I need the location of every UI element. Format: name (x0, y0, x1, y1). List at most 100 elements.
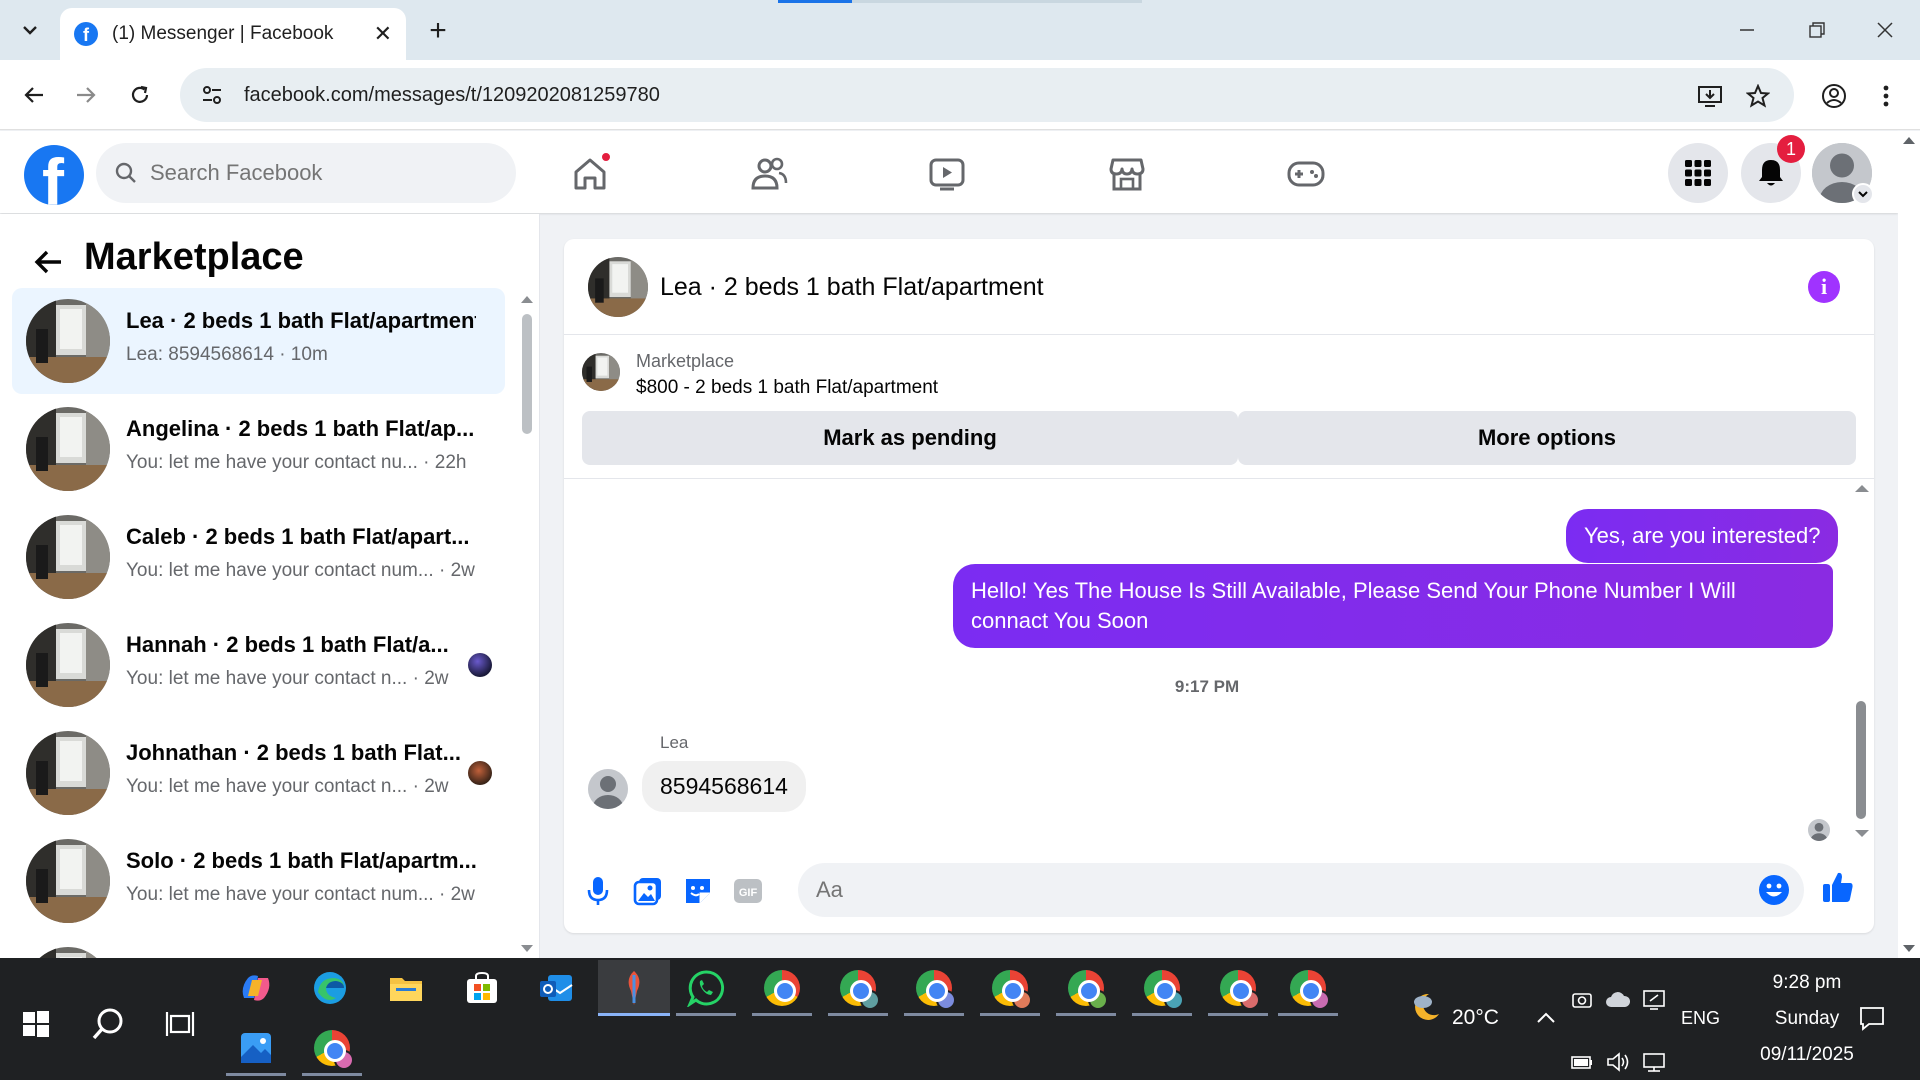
search-input[interactable] (150, 160, 490, 186)
bookmark-button[interactable] (1738, 76, 1778, 116)
battery-tray[interactable] (1568, 1048, 1596, 1076)
taskbar-edge[interactable] (300, 960, 360, 1016)
page-scrollbar[interactable] (1898, 131, 1920, 958)
scroll-up-icon[interactable] (520, 294, 534, 304)
minimize-button[interactable] (1722, 12, 1772, 48)
account-menu-caret[interactable] (1852, 183, 1874, 205)
browser-menu-button[interactable] (1866, 76, 1906, 116)
profile-button[interactable] (1814, 76, 1854, 116)
clock-time[interactable]: 9:28 pm (1748, 972, 1866, 994)
start-button[interactable] (6, 996, 66, 1052)
conversation-item[interactable]: Johnathan · 2 beds 1 bath Flat... You: l… (12, 720, 505, 826)
nav-home[interactable] (562, 149, 618, 199)
nav-gaming[interactable] (1278, 149, 1334, 199)
taskbar-chrome-profile[interactable] (1056, 960, 1116, 1016)
camera-tray[interactable] (1568, 986, 1596, 1014)
voice-clip-button[interactable] (580, 873, 616, 909)
gif-button[interactable]: GIF (730, 873, 766, 909)
taskbar-chrome-profile[interactable] (1208, 960, 1268, 1016)
onedrive-tray[interactable] (1604, 986, 1632, 1014)
taskbar-chrome-profile[interactable] (828, 960, 888, 1016)
taskbar-file-explorer[interactable] (376, 960, 436, 1016)
taskbar-chrome[interactable] (752, 960, 812, 1016)
scroll-up-icon[interactable] (1902, 135, 1916, 145)
message-input-box[interactable] (798, 863, 1804, 917)
close-window-button[interactable] (1860, 12, 1910, 48)
more-options-button[interactable]: More options (1238, 411, 1856, 465)
notifications-button[interactable]: 1 (1741, 135, 1805, 203)
outgoing-message[interactable]: Yes, are you interested? (1566, 509, 1839, 563)
sticker-button[interactable] (680, 873, 716, 909)
browser-tab-messenger[interactable]: f (1) Messenger | Facebook ✕ (60, 8, 406, 60)
sender-avatar[interactable] (588, 769, 628, 809)
conversation-item[interactable]: Caleb · 2 beds 1 bath Flat/apart... You:… (12, 504, 505, 610)
conversation-list-scroll-thumb[interactable] (522, 314, 532, 434)
arrow-right-icon (77, 87, 96, 103)
clock-day[interactable]: Sunday (1748, 1008, 1866, 1030)
taskbar-store[interactable] (452, 960, 512, 1016)
facebook-logo[interactable]: f (24, 145, 84, 205)
weather-temp[interactable]: 20°C (1452, 1006, 1499, 1030)
forward-button[interactable] (66, 75, 106, 115)
conversation-item[interactable]: Lea · 2 beds 1 bath Flat/apartment Lea: … (12, 288, 505, 394)
attach-photo-button[interactable] (630, 873, 666, 909)
task-view-button[interactable] (150, 996, 210, 1052)
show-hidden-icons[interactable] (1532, 1004, 1560, 1032)
listing-title[interactable]: $800 - 2 beds 1 bath Flat/apartment (636, 377, 938, 399)
chat-title[interactable]: Lea · 2 beds 1 bath Flat/apartment (660, 273, 1044, 302)
scroll-down-icon[interactable] (520, 944, 534, 954)
taskbar-chrome-profile[interactable] (302, 1020, 362, 1076)
new-tab-button[interactable]: + (420, 14, 456, 48)
nav-video[interactable] (919, 149, 975, 199)
conversation-item[interactable]: Solo · 2 beds 1 bath Flat/apartm... You:… (12, 828, 505, 934)
menu-button[interactable] (1668, 143, 1728, 203)
site-settings-icon[interactable] (200, 83, 224, 107)
chat-avatar[interactable] (588, 257, 648, 317)
nav-friends[interactable] (741, 149, 797, 199)
conversation-item[interactable]: Angelina · 2 beds 1 bath Flat/ap... You:… (12, 396, 505, 502)
taskbar-chrome-profile[interactable] (904, 960, 964, 1016)
tab-search-button[interactable] (10, 12, 50, 48)
taskbar-app-active[interactable] (598, 960, 670, 1016)
mark-as-pending-button[interactable]: Mark as pending (582, 411, 1238, 465)
taskbar-chrome-profile[interactable] (1278, 960, 1338, 1016)
scroll-down-icon[interactable] (1902, 944, 1916, 954)
taskbar-chrome-profile[interactable] (1132, 960, 1192, 1016)
chat-scroll-thumb[interactable] (1856, 701, 1866, 819)
taskbar-copilot[interactable] (226, 960, 286, 1016)
weather-widget[interactable] (1406, 990, 1446, 1024)
message-input[interactable] (816, 877, 1716, 903)
taskbar-outlook[interactable] (526, 960, 586, 1016)
scroll-up-icon[interactable] (1854, 483, 1870, 493)
account-circle-icon (1822, 84, 1846, 108)
install-app-button[interactable] (1690, 76, 1730, 116)
volume-tray[interactable] (1604, 1048, 1632, 1076)
like-button[interactable] (1820, 869, 1856, 905)
gaming-icon (1287, 161, 1325, 187)
clock-date[interactable]: 09/11/2025 (1730, 1044, 1884, 1066)
back-to-chats-button[interactable] (28, 242, 68, 282)
address-bar[interactable]: facebook.com/messages/t/1209202081259780 (180, 68, 1794, 122)
listing-thumbnail[interactable] (582, 353, 620, 391)
taskbar-photos[interactable] (226, 1020, 286, 1076)
conversation-info-icon[interactable]: i (1808, 271, 1840, 303)
incoming-message[interactable]: 8594568614 (642, 761, 806, 812)
network-tray[interactable] (1640, 1048, 1668, 1076)
input-language[interactable]: ENG (1681, 1008, 1720, 1029)
reload-button[interactable] (120, 75, 160, 115)
close-tab-icon[interactable]: ✕ (374, 21, 392, 47)
back-button[interactable] (14, 75, 54, 115)
outgoing-message[interactable]: Hello! Yes The House Is Still Available,… (953, 564, 1833, 648)
facebook-search[interactable] (96, 143, 516, 203)
emoji-icon[interactable] (1758, 874, 1790, 906)
nav-marketplace[interactable] (1099, 149, 1155, 199)
display-tray[interactable] (1640, 986, 1668, 1014)
notification-center-button[interactable] (1856, 1002, 1888, 1034)
search-button[interactable] (78, 996, 138, 1052)
conversation-item[interactable]: Hannah · 2 beds 1 bath Flat/a... You: le… (12, 612, 505, 718)
scroll-down-icon[interactable] (1854, 829, 1870, 839)
taskbar-whatsapp[interactable] (676, 960, 736, 1016)
restore-button[interactable] (1792, 12, 1842, 48)
taskbar-chrome-profile[interactable] (980, 960, 1040, 1016)
conversation-item-partial[interactable] (12, 936, 505, 958)
